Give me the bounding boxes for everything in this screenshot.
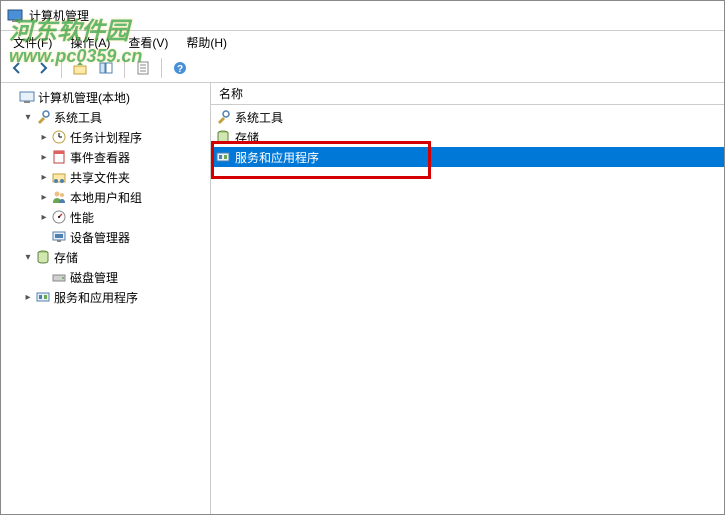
tree-pane[interactable]: 计算机管理(本地) ▾ 系统工具 ▸	[1, 83, 211, 514]
menu-view[interactable]: 查看(V)	[120, 32, 176, 53]
users-icon	[51, 189, 67, 205]
tree-task-scheduler[interactable]: ▸ 任务计划程序	[37, 127, 210, 147]
tree-label: 服务和应用程序	[54, 289, 138, 306]
tree-services-apps[interactable]: ▸ 服务和应用程序	[21, 287, 210, 307]
storage-icon	[35, 249, 51, 265]
app-icon	[7, 8, 23, 24]
list-item-services-apps[interactable]: 服务和应用程序	[211, 147, 724, 167]
expander-icon[interactable]	[5, 90, 19, 104]
content-pane: 名称 系统工具 存储 服务和应用程序	[211, 83, 724, 514]
toolbar-separator	[161, 58, 162, 78]
list-area[interactable]: 系统工具 存储 服务和应用程序	[211, 105, 724, 514]
collapse-icon[interactable]: ▾	[21, 110, 35, 124]
menu-help[interactable]: 帮助(H)	[178, 32, 235, 53]
show-hide-tree-button[interactable]	[94, 56, 118, 80]
computer-icon	[19, 89, 35, 105]
column-header[interactable]: 名称	[211, 83, 724, 105]
toolbar: ?	[1, 53, 724, 83]
help-button[interactable]: ?	[168, 56, 192, 80]
tree-system-tools[interactable]: ▾ 系统工具	[21, 107, 210, 127]
titlebar: 计算机管理	[1, 1, 724, 31]
expand-icon[interactable]: ▸	[37, 170, 51, 184]
tools-icon	[215, 109, 231, 125]
list-item-storage[interactable]: 存储	[211, 127, 724, 147]
tree-root-node[interactable]: 计算机管理(本地)	[5, 87, 210, 107]
tree-label: 存储	[54, 249, 78, 266]
svg-text:?: ?	[177, 64, 183, 75]
main-area: 计算机管理(本地) ▾ 系统工具 ▸	[1, 83, 724, 514]
tree-label: 任务计划程序	[70, 129, 142, 146]
up-button[interactable]	[68, 56, 92, 80]
expand-icon[interactable]: ▸	[21, 290, 35, 304]
list-item-label: 系统工具	[235, 109, 283, 126]
expand-icon[interactable]: ▸	[37, 190, 51, 204]
services-icon	[215, 149, 231, 165]
shared-folder-icon	[51, 169, 67, 185]
tree-label: 事件查看器	[70, 149, 130, 166]
tree-device-manager[interactable]: 设备管理器	[37, 227, 210, 247]
tree-local-users[interactable]: ▸ 本地用户和组	[37, 187, 210, 207]
window-title: 计算机管理	[29, 7, 89, 24]
menu-action[interactable]: 操作(A)	[62, 32, 118, 53]
clock-icon	[51, 129, 67, 145]
tree-storage[interactable]: ▾ 存储	[21, 247, 210, 267]
tree-label: 设备管理器	[70, 229, 130, 246]
list-item-label: 存储	[235, 129, 259, 146]
performance-icon	[51, 209, 67, 225]
event-icon	[51, 149, 67, 165]
menu-file[interactable]: 文件(F)	[5, 32, 60, 53]
collapse-icon[interactable]: ▾	[21, 250, 35, 264]
tree-label: 性能	[70, 209, 94, 226]
disk-icon	[51, 269, 67, 285]
expand-icon[interactable]: ▸	[37, 210, 51, 224]
tree-label: 计算机管理(本地)	[38, 89, 130, 106]
forward-button[interactable]	[31, 56, 55, 80]
tools-icon	[35, 109, 51, 125]
services-icon	[35, 289, 51, 305]
tree-label: 共享文件夹	[70, 169, 130, 186]
menubar: 文件(F) 操作(A) 查看(V) 帮助(H)	[1, 31, 724, 53]
back-button[interactable]	[5, 56, 29, 80]
expander-icon[interactable]	[37, 230, 51, 244]
storage-icon	[215, 129, 231, 145]
column-name-label: 名称	[219, 85, 243, 102]
tree-disk-management[interactable]: 磁盘管理	[37, 267, 210, 287]
tree-event-viewer[interactable]: ▸ 事件查看器	[37, 147, 210, 167]
list-item-system-tools[interactable]: 系统工具	[211, 107, 724, 127]
toolbar-separator	[61, 58, 62, 78]
list-item-label: 服务和应用程序	[235, 149, 319, 166]
tree-performance[interactable]: ▸ 性能	[37, 207, 210, 227]
properties-button[interactable]	[131, 56, 155, 80]
tree-shared-folders[interactable]: ▸ 共享文件夹	[37, 167, 210, 187]
device-icon	[51, 229, 67, 245]
expander-icon[interactable]	[37, 270, 51, 284]
tree-label: 本地用户和组	[70, 189, 142, 206]
tree-label: 磁盘管理	[70, 269, 118, 286]
expand-icon[interactable]: ▸	[37, 130, 51, 144]
toolbar-separator	[124, 58, 125, 78]
tree-label: 系统工具	[54, 109, 102, 126]
expand-icon[interactable]: ▸	[37, 150, 51, 164]
